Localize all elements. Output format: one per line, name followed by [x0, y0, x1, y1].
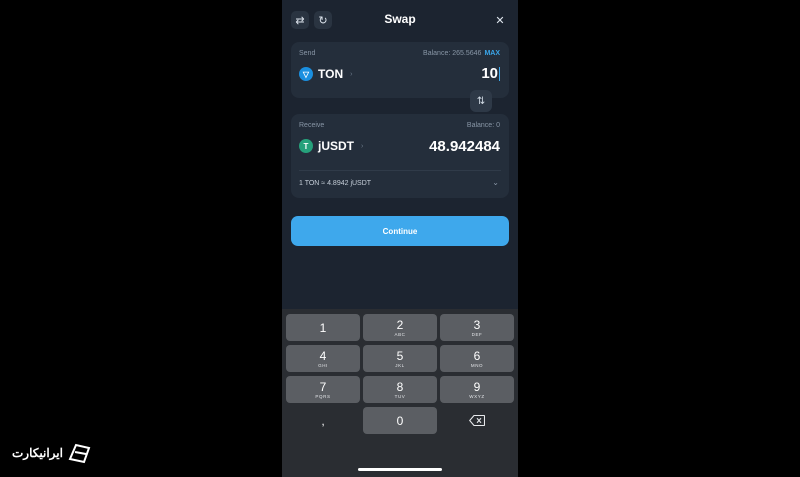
- key-digit: ,: [321, 413, 325, 428]
- key-digit: 6: [473, 348, 481, 363]
- receive-amount: 48.942484: [429, 138, 500, 155]
- page-title: Swap: [384, 12, 416, 26]
- send-balance-row: Balance: 265.5646 MAX: [423, 50, 500, 57]
- ton-icon: ▽: [299, 67, 313, 81]
- receive-balance: Balance: 0: [466, 122, 500, 129]
- send-label: Send: [299, 50, 316, 57]
- close-icon[interactable]: ✕: [491, 11, 509, 29]
- top-bar: ⇄ ↻ Swap ✕: [282, 0, 518, 40]
- send-token-name: TON: [318, 67, 344, 81]
- receive-token-selector[interactable]: T jUSDT ›: [299, 139, 363, 153]
- key-digit: 7: [319, 379, 327, 394]
- swap-screen: ⇄ ↻ Swap ✕ Send Balance: 265.5646 MAX ▽ T…: [282, 0, 518, 477]
- send-amount-input[interactable]: 10: [481, 65, 500, 82]
- backspace-key[interactable]: [440, 407, 514, 434]
- divider: [299, 170, 501, 171]
- chevron-down-icon: ›: [350, 70, 353, 78]
- chevron-down-icon: ›: [361, 142, 364, 150]
- key-digit: 2: [396, 317, 404, 332]
- continue-button[interactable]: Continue: [291, 216, 509, 246]
- key-digit: 3: [473, 317, 481, 332]
- key-letters: ABC: [394, 331, 406, 337]
- key-digit: 5: [396, 348, 404, 363]
- receive-label: Receive: [299, 122, 325, 129]
- receive-token-name: jUSDT: [318, 139, 354, 153]
- key-decimal[interactable]: ,: [286, 407, 360, 434]
- card-logo-icon: [68, 443, 91, 464]
- key-5[interactable]: 5 JKL: [363, 345, 437, 372]
- send-token-selector[interactable]: ▽ TON ›: [299, 67, 352, 81]
- swap-direction-icon[interactable]: ⇅: [470, 90, 492, 112]
- key-digit: 9: [473, 379, 481, 394]
- key-4[interactable]: 4 GHI: [286, 345, 360, 372]
- numeric-keypad: 1 2 ABC 3 DEF 4 GHI 5 JKL 6 MNO 7 PQRS 8 TUV 9W…: [282, 309, 518, 477]
- backspace-icon: [469, 415, 485, 426]
- key-letters: GHI: [318, 362, 328, 368]
- receive-card: Receive Balance: 0 T jUSDT › 48.942484 1…: [291, 114, 509, 198]
- key-letters: DEF: [471, 331, 483, 337]
- usdt-icon: T: [299, 139, 313, 153]
- key-3[interactable]: 3 DEF: [440, 314, 514, 341]
- home-indicator: [358, 468, 442, 471]
- key-9[interactable]: 9 WXYZ: [440, 376, 514, 403]
- key-digit: 1: [319, 320, 327, 335]
- max-button[interactable]: MAX: [484, 50, 500, 57]
- key-7[interactable]: 7 PQRS: [286, 376, 360, 403]
- key-8[interactable]: 8 TUV: [363, 376, 437, 403]
- chevron-down-icon[interactable]: ⌄: [492, 178, 499, 187]
- key-digit: 4: [319, 348, 327, 363]
- watermark-logo: ایرانیکارت: [12, 442, 93, 464]
- key-letters: JKL: [395, 362, 405, 368]
- key-letters: PQRS: [315, 393, 331, 399]
- key-letters: WXYZ: [469, 393, 485, 399]
- key-letters: TUV: [394, 393, 406, 399]
- key-6[interactable]: 6 MNO: [440, 345, 514, 372]
- text-cursor: [499, 67, 500, 82]
- send-amount: 10: [481, 65, 498, 82]
- key-letters: MNO: [470, 362, 484, 368]
- exchange-rate: 1 TON ≈ 4.8942 jUSDT: [299, 180, 372, 187]
- key-2[interactable]: 2 ABC: [363, 314, 437, 341]
- send-balance: Balance: 265.5646: [423, 50, 482, 57]
- key-digit: 8: [396, 379, 404, 394]
- key-1[interactable]: 1: [286, 314, 360, 341]
- key-digit: 0: [396, 413, 404, 428]
- key-0[interactable]: 0: [363, 407, 437, 434]
- watermark-text: ایرانیکارت: [12, 446, 63, 460]
